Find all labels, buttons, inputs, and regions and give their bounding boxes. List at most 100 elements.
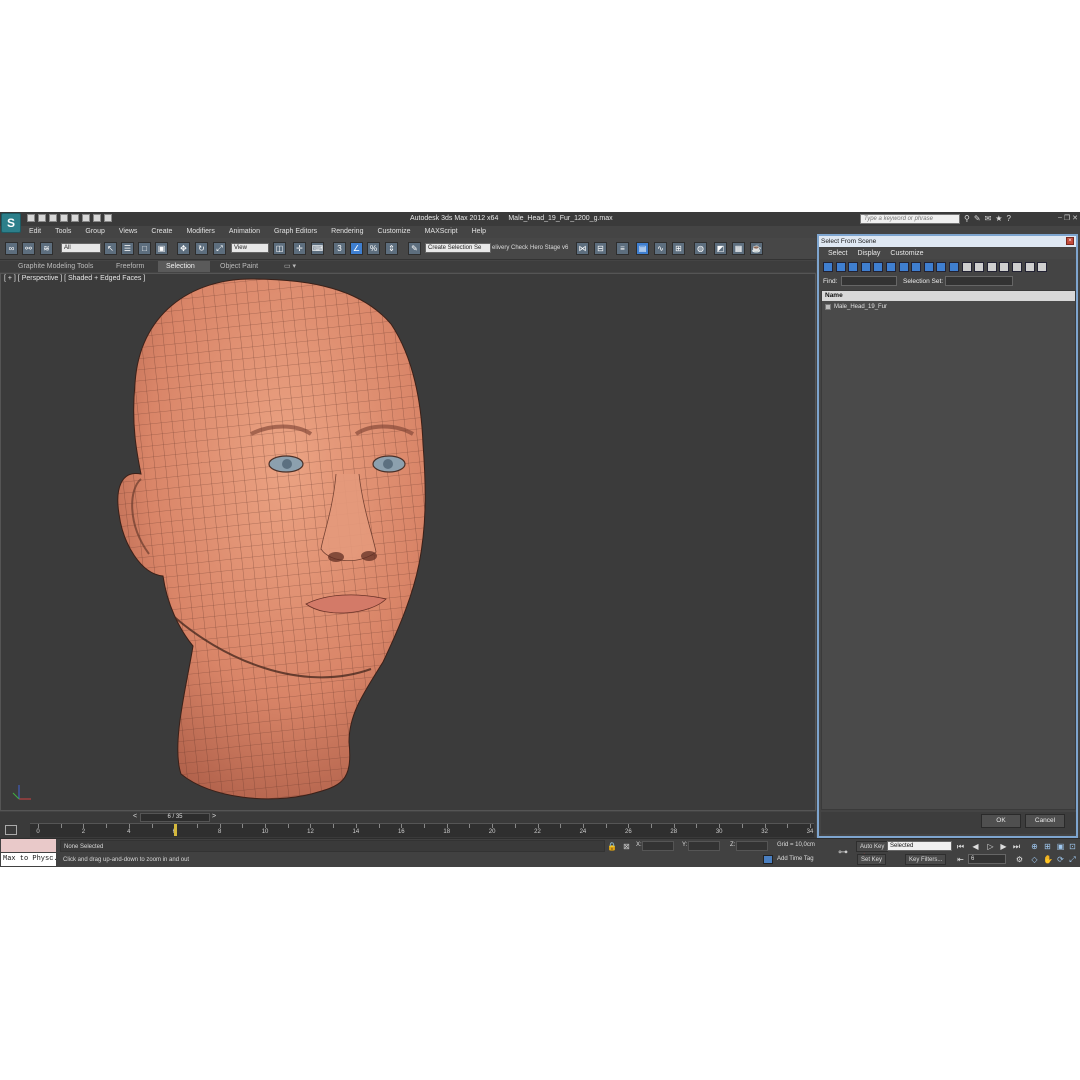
ok-button[interactable]: OK [981, 814, 1021, 828]
play-icon[interactable]: ▷ [986, 842, 995, 851]
display-xrefs-icon[interactable] [911, 262, 922, 272]
graphite-toggle-icon[interactable]: ▤ [636, 242, 649, 255]
time-config-icon[interactable]: ⚙ [1015, 855, 1024, 864]
binoculars-icon[interactable]: ⚲ [964, 214, 970, 223]
search-input[interactable]: Type a keyword or phrase [860, 214, 960, 224]
named-selection-dropdown[interactable]: Create Selection Se [425, 243, 491, 253]
bind-space-warp-icon[interactable]: ≋ [40, 242, 53, 255]
y-coord-field[interactable] [688, 841, 720, 851]
time-tag-icon[interactable] [763, 855, 773, 864]
communication-icon[interactable]: ✉ [985, 214, 992, 223]
menu-rendering[interactable]: Rendering [324, 226, 370, 238]
key-mode-toggle-icon[interactable]: ⇤ [956, 855, 965, 864]
next-key-icon[interactable]: ▶ [999, 842, 1008, 851]
spinner-snap-icon[interactable]: ⇕ [385, 242, 398, 255]
x-coord-field[interactable] [642, 841, 674, 851]
selection-set-dropdown[interactable] [945, 276, 1013, 286]
minimize-icon[interactable]: – [1058, 214, 1062, 222]
move-icon[interactable]: ✥ [177, 242, 190, 255]
display-cameras-icon[interactable] [860, 262, 871, 272]
star-icon[interactable]: ★ [995, 214, 1002, 223]
pivot-center-icon[interactable]: ◫ [273, 242, 286, 255]
column-header-name[interactable]: Name [822, 291, 1075, 301]
display-spacewarps-icon[interactable] [886, 262, 896, 272]
menu-create[interactable]: Create [144, 226, 179, 238]
maxscript-mini-listener-input[interactable]: Max to Physc. [1, 853, 56, 866]
goto-start-icon[interactable]: ⏮ [956, 842, 965, 851]
z-coord-field[interactable] [736, 841, 768, 851]
goto-end-icon[interactable]: ⏭ [1012, 842, 1021, 851]
mini-curve-editor-icon[interactable] [5, 825, 17, 835]
rotate-icon[interactable]: ↻ [195, 242, 208, 255]
set-key-button[interactable]: Set Key [857, 854, 887, 865]
mirror-icon[interactable]: ⋈ [576, 242, 589, 255]
male-head-model[interactable] [101, 274, 441, 811]
reference-coord-dropdown[interactable]: View [231, 243, 269, 253]
select-by-name-icon[interactable]: ☰ [121, 242, 134, 255]
scale-icon[interactable]: ⤢ [213, 242, 226, 255]
pan-icon[interactable]: ✋ [1043, 855, 1053, 864]
filter-icon[interactable] [1024, 262, 1035, 272]
menu-views[interactable]: Views [112, 226, 145, 238]
select-none-icon[interactable] [999, 262, 1010, 272]
ribbon-options-icon[interactable]: ▭ ▾ [276, 261, 304, 272]
tab-selection[interactable]: Selection [158, 261, 210, 272]
display-none-icon[interactable] [949, 262, 959, 272]
menu-edit[interactable]: Edit [22, 226, 48, 238]
tab-freeform[interactable]: Freeform [108, 261, 152, 272]
open-file-icon[interactable] [38, 214, 46, 222]
dialog-menu-select[interactable]: Select [825, 248, 850, 259]
maxscript-mini-listener-output[interactable] [1, 839, 56, 852]
menu-maxscript[interactable]: MAXScript [418, 226, 465, 238]
find-input[interactable] [841, 276, 897, 286]
hold-icon[interactable] [82, 214, 90, 222]
window-crossing-icon[interactable]: ▣ [155, 242, 168, 255]
display-shapes-icon[interactable] [835, 262, 846, 272]
dialog-menu-customize[interactable]: Customize [887, 248, 926, 259]
zoom-extents-all-icon[interactable]: ⊡ [1068, 842, 1077, 851]
display-bones-icon[interactable] [923, 262, 934, 272]
keyboard-shortcut-icon[interactable]: ⌨ [311, 242, 324, 255]
project-folder-icon[interactable] [104, 214, 112, 222]
align-icon[interactable]: ⊟ [594, 242, 607, 255]
restore-icon[interactable]: ❐ [1064, 214, 1070, 222]
select-link-icon[interactable]: ∞ [5, 242, 18, 255]
hero-stage-label[interactable]: Hero Stage v6 [530, 245, 568, 251]
prev-key-icon[interactable]: ◀ [971, 842, 980, 851]
save-file-icon[interactable] [49, 214, 57, 222]
dialog-close-icon[interactable]: × [1066, 237, 1074, 245]
delivery-check-label[interactable]: elivery Check [492, 245, 528, 251]
menu-tools[interactable]: Tools [48, 226, 78, 238]
zoom-extents-icon[interactable]: ▣ [1056, 842, 1065, 851]
tab-object-paint[interactable]: Object Paint [212, 261, 266, 272]
undo-icon[interactable] [60, 214, 68, 222]
menu-customize[interactable]: Customize [370, 226, 417, 238]
help-icon[interactable]: ? [1006, 214, 1010, 223]
redo-icon[interactable] [71, 214, 79, 222]
rectangular-selection-icon[interactable]: □ [138, 242, 151, 255]
sync-selection-icon[interactable] [974, 262, 985, 272]
app-logo-icon[interactable]: S [1, 213, 21, 233]
menu-group[interactable]: Group [78, 226, 111, 238]
layer-manager-icon[interactable]: ≡ [616, 242, 629, 255]
menu-graph-editors[interactable]: Graph Editors [267, 226, 324, 238]
select-all-icon[interactable] [986, 262, 997, 272]
perspective-viewport[interactable]: [ + ] [ Perspective ] [ Shaded + Edged F… [0, 273, 816, 811]
select-manipulate-icon[interactable]: ✛ [293, 242, 306, 255]
percent-snap-icon[interactable]: % [367, 242, 380, 255]
rendered-frame-icon[interactable]: ▦ [732, 242, 745, 255]
zoom-all-icon[interactable]: ⊞ [1043, 842, 1052, 851]
auto-key-button[interactable]: Auto Key [856, 841, 889, 852]
advanced-filter-icon[interactable] [1037, 262, 1048, 272]
select-invert-icon[interactable] [1012, 262, 1022, 272]
display-lights-icon[interactable] [848, 262, 859, 272]
display-helpers-icon[interactable] [873, 262, 884, 272]
time-slider[interactable]: 6 / 35 [140, 813, 210, 822]
set-key-icon[interactable]: ⊶ [838, 847, 848, 858]
dialog-menu-display[interactable]: Display [854, 248, 883, 259]
fetch-icon[interactable] [93, 214, 101, 222]
orbit-icon[interactable]: ⟳ [1056, 855, 1065, 864]
edit-named-selection-icon[interactable]: ✎ [408, 242, 421, 255]
key-mode-dropdown[interactable]: Selected [887, 841, 952, 851]
next-frame-icon[interactable]: > [212, 813, 216, 820]
